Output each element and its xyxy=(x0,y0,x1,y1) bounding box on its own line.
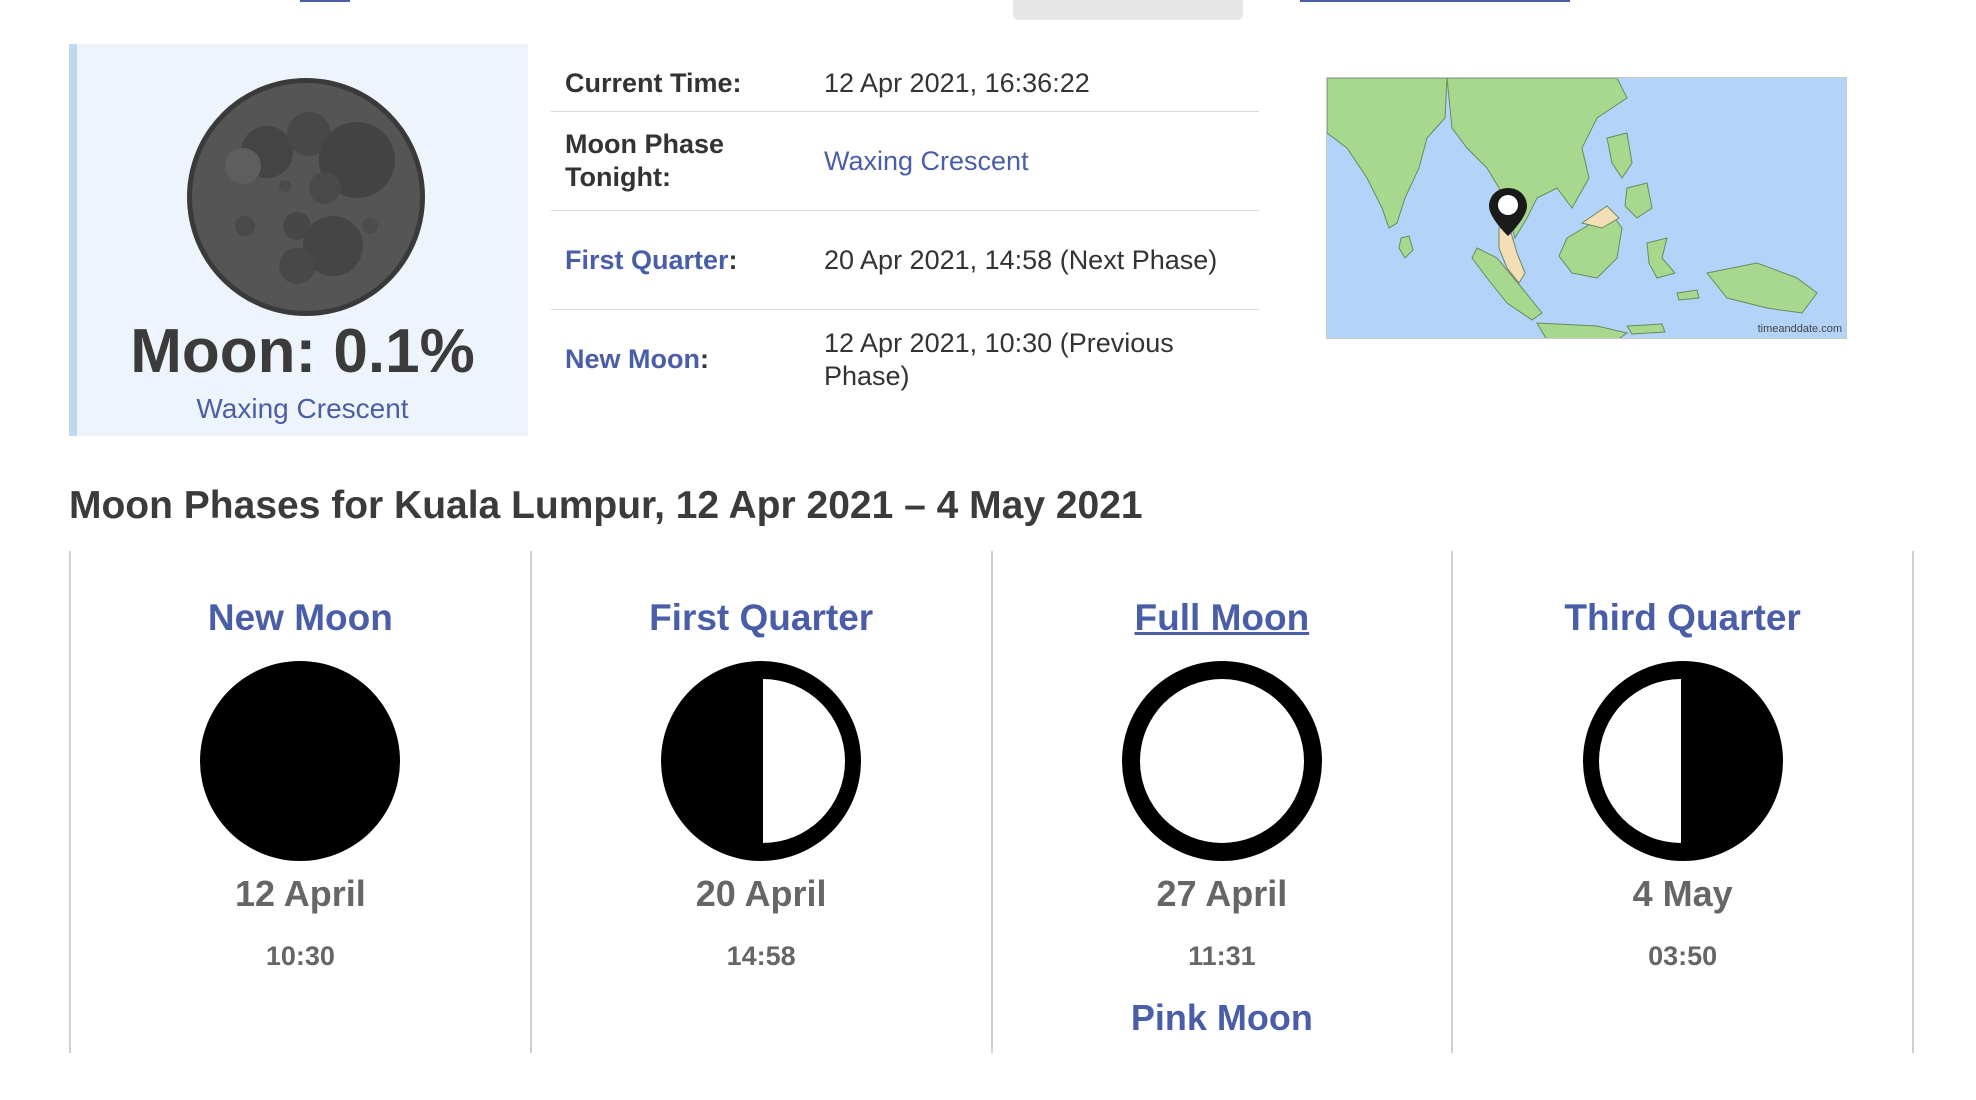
phase-name-link[interactable]: Third Quarter xyxy=(1453,597,1912,639)
moon-phases-heading: Moon Phases for Kuala Lumpur, 12 Apr 202… xyxy=(69,484,1143,527)
moon-info-table: Current Time: 12 Apr 2021, 16:36:22 Moon… xyxy=(551,55,1259,409)
moon-phases-grid: New Moon 12 April 10:30 First Quarter 20… xyxy=(69,551,1914,1053)
moon-phase-link[interactable]: Waxing Crescent xyxy=(77,393,528,425)
phase-column-first-quarter: First Quarter 20 April 14:58 xyxy=(532,551,993,1053)
top-nav-tab-active[interactable] xyxy=(1013,0,1243,20)
third-quarter-icon xyxy=(1582,661,1783,861)
top-nav-underline-left[interactable] xyxy=(300,0,350,2)
moon-illumination-percent: Moon: 0.1% xyxy=(130,317,475,386)
phase-time: 10:30 xyxy=(265,941,335,971)
new-moon-link[interactable]: New Moon xyxy=(565,344,700,374)
new-moon-icon xyxy=(200,661,401,861)
location-map[interactable]: timeanddate.com xyxy=(1326,77,1847,339)
phase-date: 27 April xyxy=(1156,873,1288,914)
moon-summary-card: Moon: 0.1% Waxing Crescent xyxy=(69,44,528,436)
phase-column-new-moon: New Moon 12 April 10:30 xyxy=(71,551,532,1053)
full-moon-icon xyxy=(1121,661,1322,861)
label-colon: : xyxy=(728,244,738,275)
phase-time: 11:31 xyxy=(1188,941,1256,971)
phase-time: 14:58 xyxy=(726,941,796,971)
label-colon: : xyxy=(700,344,709,374)
info-row-current-time: Current Time: 12 Apr 2021, 16:36:22 xyxy=(551,55,1259,112)
new-moon-value: 12 Apr 2021, 10:30 (Previous Phase) xyxy=(824,327,1174,391)
first-quarter-value: 20 Apr 2021, 14:58 (Next Phase) xyxy=(824,244,1218,275)
phase-name-link[interactable]: New Moon xyxy=(71,597,530,639)
phase-date: 20 April xyxy=(695,873,827,914)
info-row-phase-tonight: Moon Phase Tonight: Waxing Crescent xyxy=(551,112,1259,211)
page: Moon: 0.1% Waxing Crescent Current Time:… xyxy=(0,0,1976,1100)
map-credit[interactable]: timeanddate.com xyxy=(1758,323,1842,335)
phase-date: 12 April xyxy=(235,873,366,914)
new-moon-label: New Moon: xyxy=(551,343,824,376)
current-time-value: 12 Apr 2021, 16:36:22 xyxy=(824,67,1090,98)
phase-tonight-link[interactable]: Waxing Crescent xyxy=(824,145,1259,178)
current-time-label: Current Time: xyxy=(565,67,742,98)
phase-date: 4 May xyxy=(1632,873,1733,914)
top-nav-underline-right[interactable] xyxy=(1300,0,1570,2)
phase-name-link[interactable]: Full Moon xyxy=(993,597,1452,639)
first-quarter-icon xyxy=(661,661,862,861)
moon-photo-icon xyxy=(187,78,425,316)
info-row-new-moon: New Moon: 12 Apr 2021, 10:30 (Previous P… xyxy=(551,310,1259,409)
phase-column-third-quarter: Third Quarter 4 May 03:50 xyxy=(1453,551,1914,1053)
info-row-first-quarter: First Quarter: 20 Apr 2021, 14:58 (Next … xyxy=(551,211,1259,310)
map-graphic xyxy=(1327,78,1818,338)
first-quarter-label: First Quarter: xyxy=(551,244,824,277)
phase-tonight-label: Moon Phase Tonight: xyxy=(565,129,725,192)
phase-time: 03:50 xyxy=(1648,941,1718,971)
location-pin-icon xyxy=(1489,188,1527,236)
phase-column-full-moon: Full Moon 27 April 11:31 Pink Moon xyxy=(993,551,1454,1053)
phase-name-link[interactable]: First Quarter xyxy=(532,597,991,639)
first-quarter-link[interactable]: First Quarter xyxy=(565,245,729,275)
pink-moon-link[interactable]: Pink Moon xyxy=(993,997,1452,1039)
